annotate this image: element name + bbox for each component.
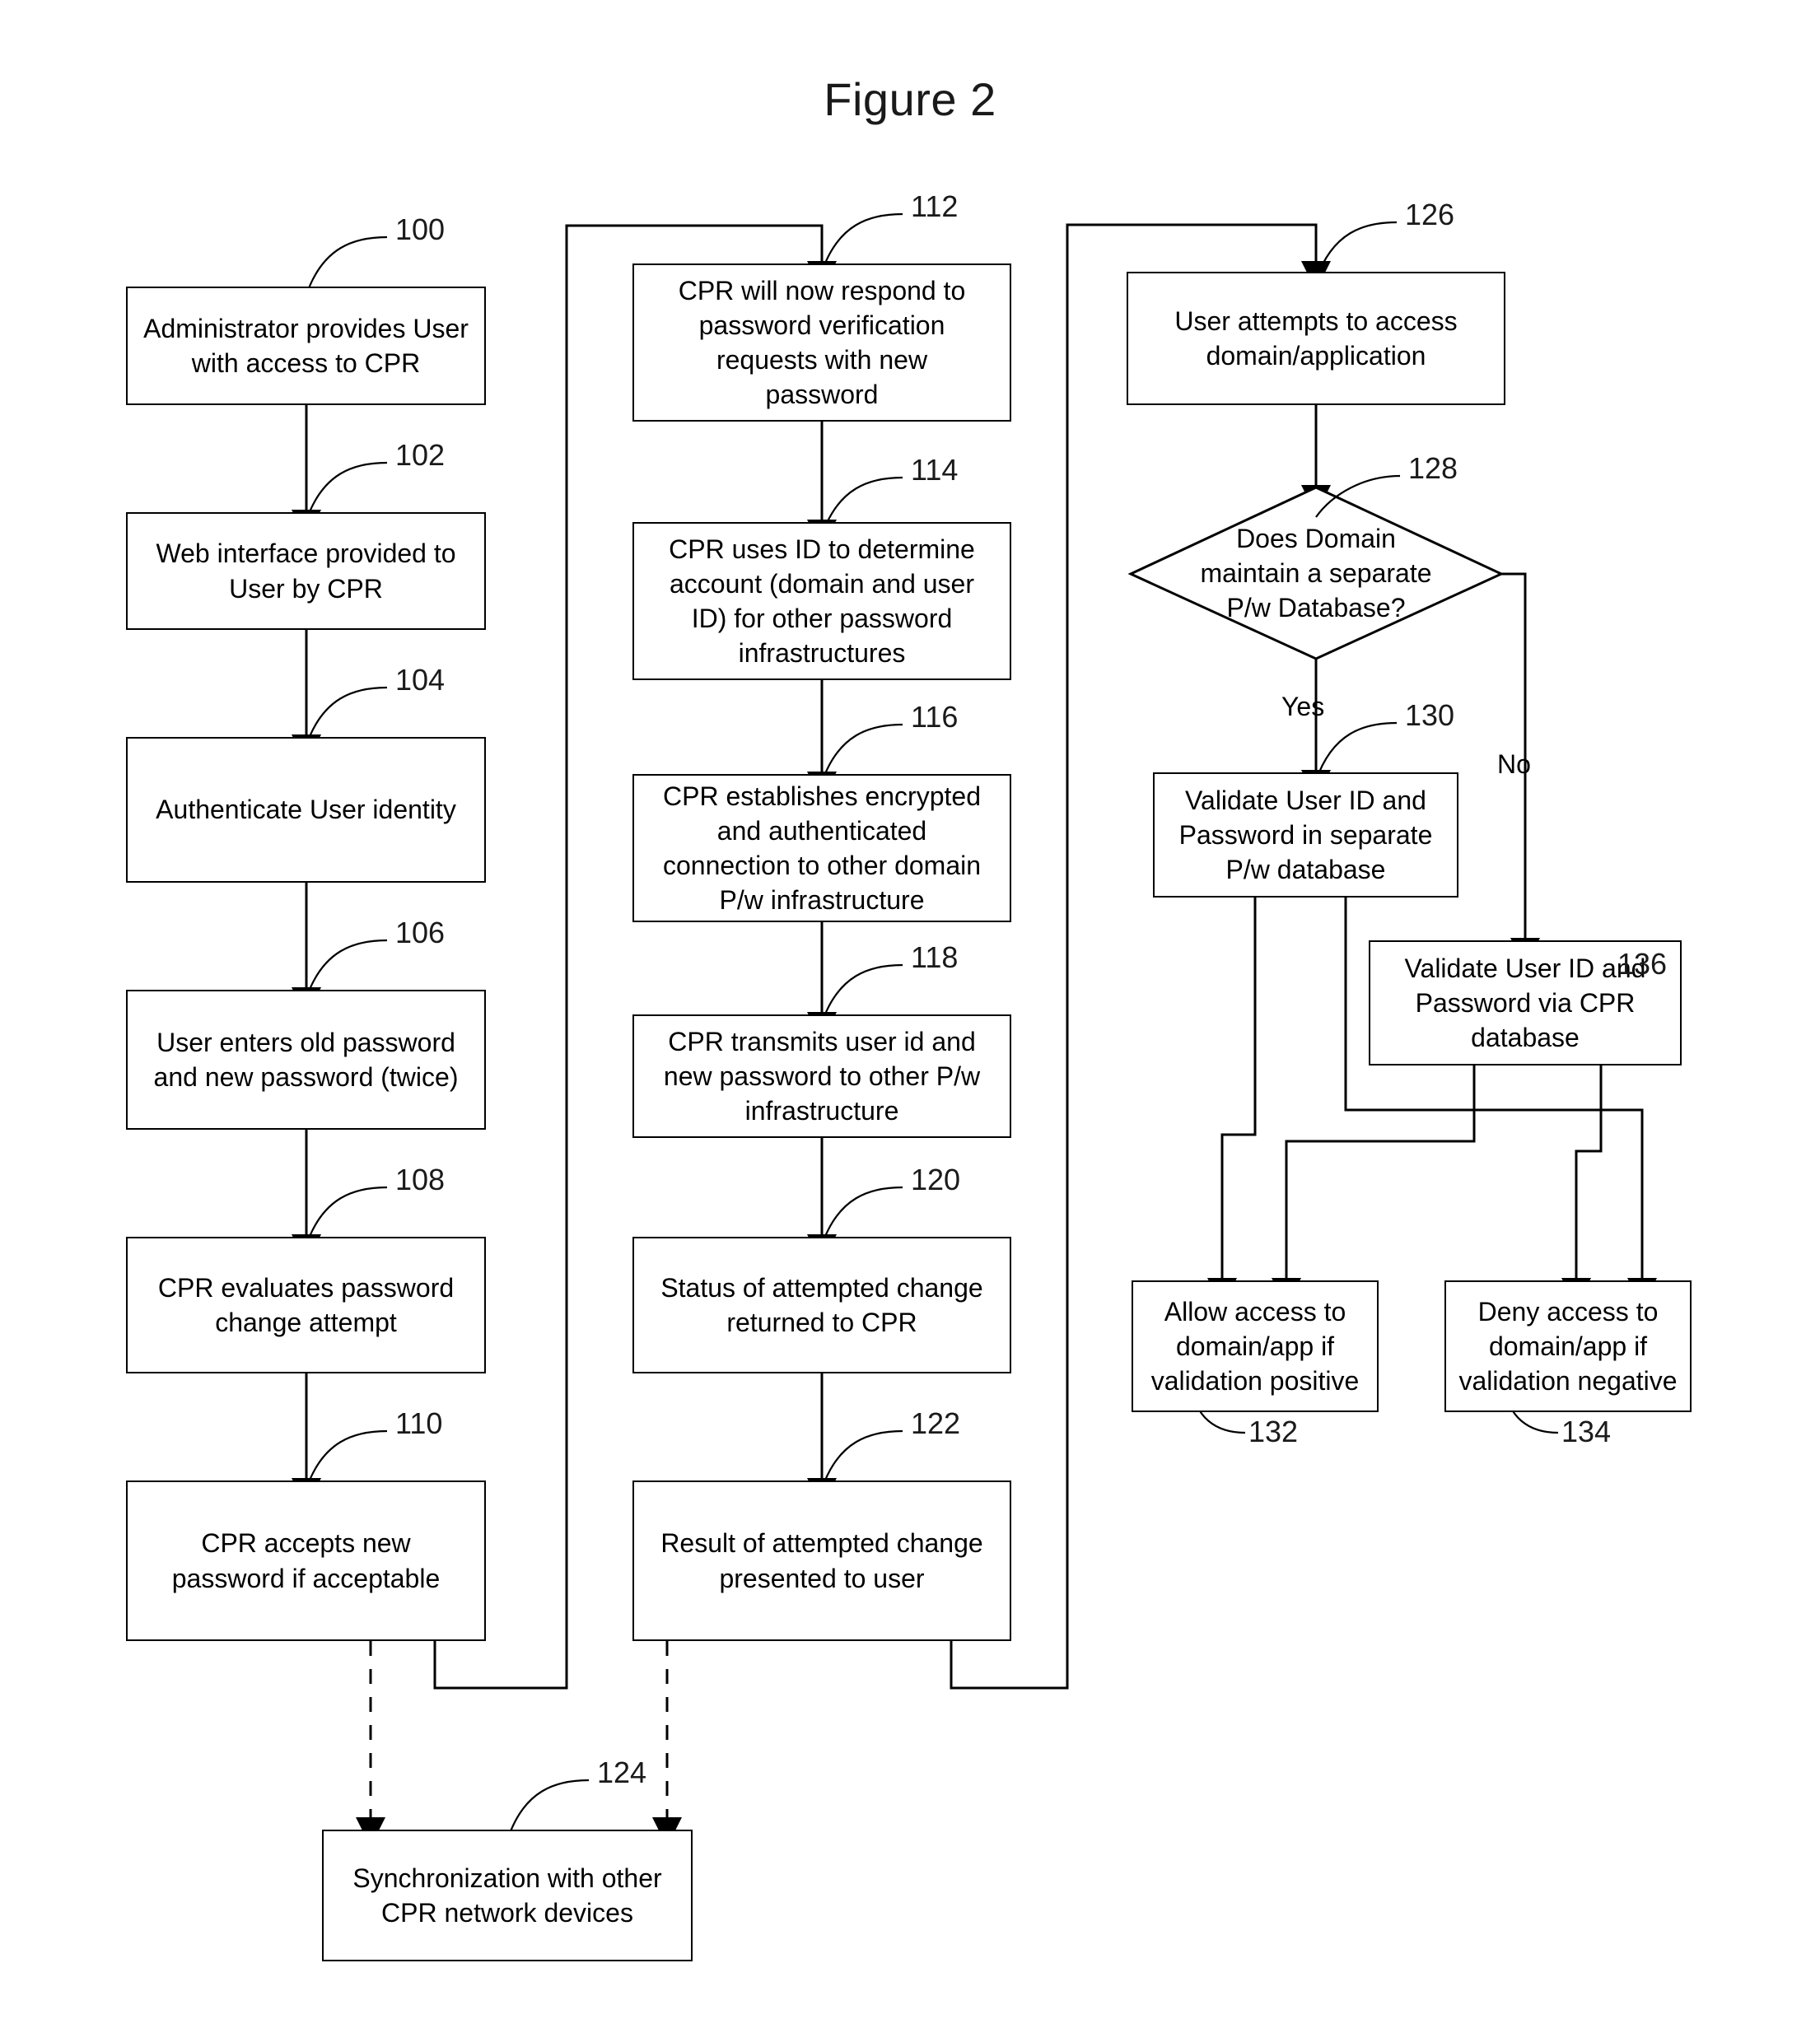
- ref-number-100: 100: [395, 212, 446, 246]
- process-box-102-label: Web interface provided to User by CPR: [156, 539, 456, 604]
- ref-number-130: 130: [1405, 698, 1455, 732]
- process-box-114-label: CPR uses ID to determine account (domain…: [669, 534, 975, 669]
- ref-number-132: 132: [1248, 1415, 1299, 1448]
- process-box-130[interactable]: Validate User ID and Password in separat…: [1153, 772, 1458, 898]
- process-box-120-label: Status of attempted change returned to C…: [660, 1272, 983, 1337]
- decision-diamond-128[interactable]: Does Domain maintain a separate P/w Data…: [1131, 487, 1501, 659]
- process-box-122[interactable]: Result of attempted change presented to …: [632, 1480, 1011, 1641]
- process-box-130-label: Validate User ID and Password in separat…: [1178, 785, 1433, 885]
- ref-number-116: 116: [911, 700, 959, 734]
- figure-canvas: Figure 2 Administrator provides User wit…: [0, 0, 1820, 2019]
- process-box-126[interactable]: User attempts to access domain/applicati…: [1127, 272, 1505, 405]
- process-box-100[interactable]: Administrator provides User with access …: [126, 287, 486, 405]
- process-box-112-label: CPR will now respond to password verific…: [678, 275, 966, 410]
- process-box-114[interactable]: CPR uses ID to determine account (domain…: [632, 522, 1011, 680]
- ref-number-104: 104: [395, 663, 446, 697]
- process-box-134[interactable]: Deny access to domain/app if validation …: [1444, 1280, 1692, 1412]
- ref-number-122: 122: [911, 1406, 961, 1440]
- process-box-104-label: Authenticate User identity: [156, 795, 456, 825]
- process-box-110[interactable]: CPR accepts new password if acceptable: [126, 1480, 486, 1641]
- process-box-132[interactable]: Allow access to domain/app if validation…: [1132, 1280, 1379, 1412]
- process-box-100-label: Administrator provides User with access …: [143, 313, 469, 378]
- ref-number-128: 128: [1408, 451, 1458, 485]
- process-box-124[interactable]: Synchronization with other CPR network d…: [322, 1830, 693, 1961]
- ref-number-126: 126: [1405, 198, 1455, 231]
- process-box-108[interactable]: CPR evaluates password change attempt: [126, 1237, 486, 1373]
- ref-number-124: 124: [597, 1756, 647, 1789]
- ref-number-118: 118: [911, 940, 959, 974]
- ref-number-120: 120: [911, 1163, 961, 1196]
- ref-number-134: 134: [1561, 1415, 1612, 1448]
- process-box-116[interactable]: CPR establishes encrypted and authentica…: [632, 774, 1011, 922]
- process-box-118[interactable]: CPR transmits user id and new password t…: [632, 1014, 1011, 1138]
- decision-diamond-128-label: Does Domain maintain a separate P/w Data…: [1200, 523, 1432, 623]
- ref-number-136: 136: [1617, 947, 1668, 981]
- edge-label-yes: Yes: [1281, 692, 1325, 721]
- ref-number-108: 108: [395, 1163, 446, 1196]
- process-box-124-label: Synchronization with other CPR network d…: [352, 1863, 662, 1928]
- ref-number-110: 110: [395, 1406, 443, 1440]
- process-box-112[interactable]: CPR will now respond to password verific…: [632, 263, 1011, 422]
- process-box-126-label: User attempts to access domain/applicati…: [1174, 305, 1458, 371]
- process-box-104[interactable]: Authenticate User identity: [126, 737, 486, 883]
- process-box-110-label: CPR accepts new password if acceptable: [171, 1528, 441, 1593]
- ref-number-106: 106: [395, 916, 446, 949]
- ref-number-102: 102: [395, 438, 446, 472]
- process-box-102[interactable]: Web interface provided to User by CPR: [126, 512, 486, 630]
- process-box-122-label: Result of attempted change presented to …: [660, 1528, 983, 1593]
- ref-number-112: 112: [911, 189, 959, 223]
- edge-label-no: No: [1497, 749, 1531, 779]
- process-box-108-label: CPR evaluates password change attempt: [157, 1272, 455, 1337]
- ref-number-114: 114: [911, 453, 959, 487]
- process-box-120[interactable]: Status of attempted change returned to C…: [632, 1237, 1011, 1373]
- process-box-118-label: CPR transmits user id and new password t…: [663, 1026, 981, 1126]
- process-box-106[interactable]: User enters old password and new passwor…: [126, 990, 486, 1130]
- process-box-106-label: User enters old password and new passwor…: [153, 1027, 459, 1092]
- process-box-132-label: Allow access to domain/app if validation…: [1150, 1296, 1360, 1397]
- process-box-116-label: CPR establishes encrypted and authentica…: [662, 781, 982, 916]
- process-box-134-label: Deny access to domain/app if validation …: [1458, 1296, 1678, 1397]
